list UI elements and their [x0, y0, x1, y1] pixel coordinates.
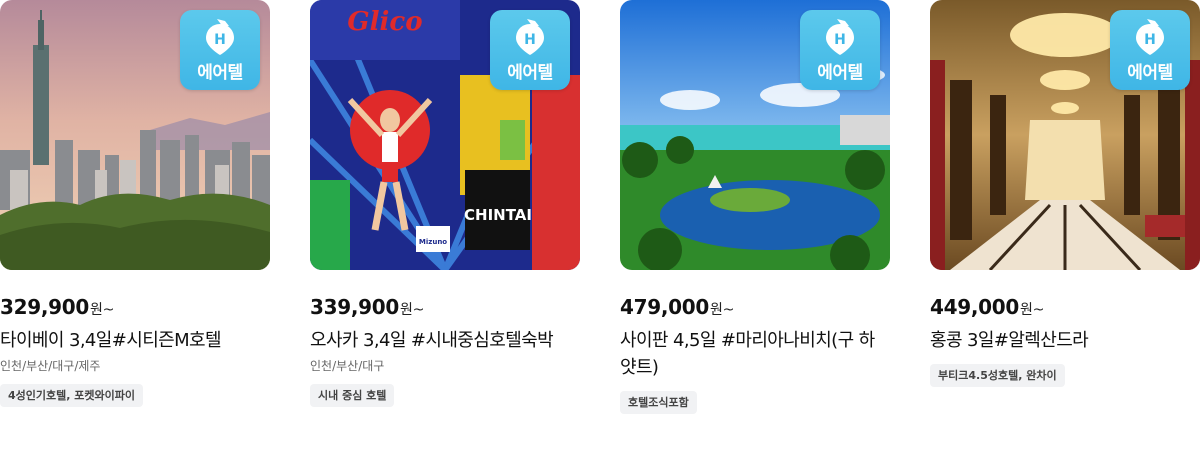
departure-cities: 인천/부산/대구/제주 — [0, 359, 101, 373]
product-image[interactable]: H 에어텔 — [620, 0, 890, 270]
airtel-badge: H 에어텔 — [180, 10, 260, 90]
airtel-logo-icon: H — [516, 18, 544, 55]
svg-text:H: H — [214, 32, 226, 48]
product-card[interactable]: H 에어텔 329,900원~ 타이베이 3,4일#시티즌M호텔 인천/부산/대… — [0, 0, 270, 407]
product-card[interactable]: H 에어텔 449,000원~ 홍콩 3일#알렉산드라 부티크4.5성호텔, 완… — [930, 0, 1200, 387]
airtel-logo-icon: H — [1136, 18, 1164, 55]
feature-tag: 호텔조식포함 — [620, 391, 697, 414]
mizuno-sign-text: Mizuno — [419, 238, 447, 246]
badge-label: 에어텔 — [817, 62, 863, 83]
product-carousel: H 에어텔 329,900원~ 타이베이 3,4일#시티즌M호텔 인천/부산/대… — [0, 0, 1200, 465]
feature-tag: 시내 중심 호텔 — [310, 384, 395, 407]
product-title[interactable]: 홍콩 3일#알렉산드라 — [930, 327, 1200, 354]
price: 449,000원~ — [930, 295, 1045, 319]
airtel-badge: H 에어텔 — [800, 10, 880, 90]
price: 479,000원~ — [620, 295, 735, 319]
feature-tag: 부티크4.5성호텔, 완차이 — [930, 364, 1065, 387]
price: 339,900원~ — [310, 295, 425, 319]
product-title[interactable]: 타이베이 3,4일#시티즌M호텔 — [0, 327, 270, 354]
product-image[interactable]: Glico CHINTAI Mizuno H 에어텔 — [310, 0, 580, 270]
product-title[interactable]: 오사카 3,4일 #시내중심호텔숙박 — [310, 327, 580, 354]
product-title[interactable]: 사이판 4,5일 #마리아나비치(구 하얏트) — [620, 327, 890, 381]
badge-label: 에어텔 — [507, 62, 553, 83]
glico-sign-text: Glico — [347, 7, 422, 37]
departure-cities: 인천/부산/대구 — [310, 359, 385, 373]
chintai-sign-text: CHINTAI — [464, 206, 532, 224]
airtel-logo-icon: H — [206, 18, 234, 55]
badge-label: 에어텔 — [1127, 62, 1173, 83]
badge-label: 에어텔 — [197, 62, 243, 83]
svg-text:H: H — [834, 32, 846, 48]
svg-text:H: H — [524, 32, 536, 48]
product-card[interactable]: H 에어텔 479,000원~ 사이판 4,5일 #마리아나비치(구 하얏트) … — [620, 0, 890, 414]
product-image[interactable]: H 에어텔 — [0, 0, 270, 270]
airtel-logo-icon: H — [826, 18, 854, 55]
svg-text:H: H — [1144, 32, 1156, 48]
airtel-badge: H 에어텔 — [490, 10, 570, 90]
product-card[interactable]: Glico CHINTAI Mizuno H 에어텔 339,900원~ 오사카… — [310, 0, 580, 407]
feature-tag: 4성인기호텔, 포켓와이파이 — [0, 384, 143, 407]
product-image[interactable]: H 에어텔 — [930, 0, 1200, 270]
airtel-badge: H 에어텔 — [1110, 10, 1190, 90]
price: 329,900원~ — [0, 295, 115, 319]
